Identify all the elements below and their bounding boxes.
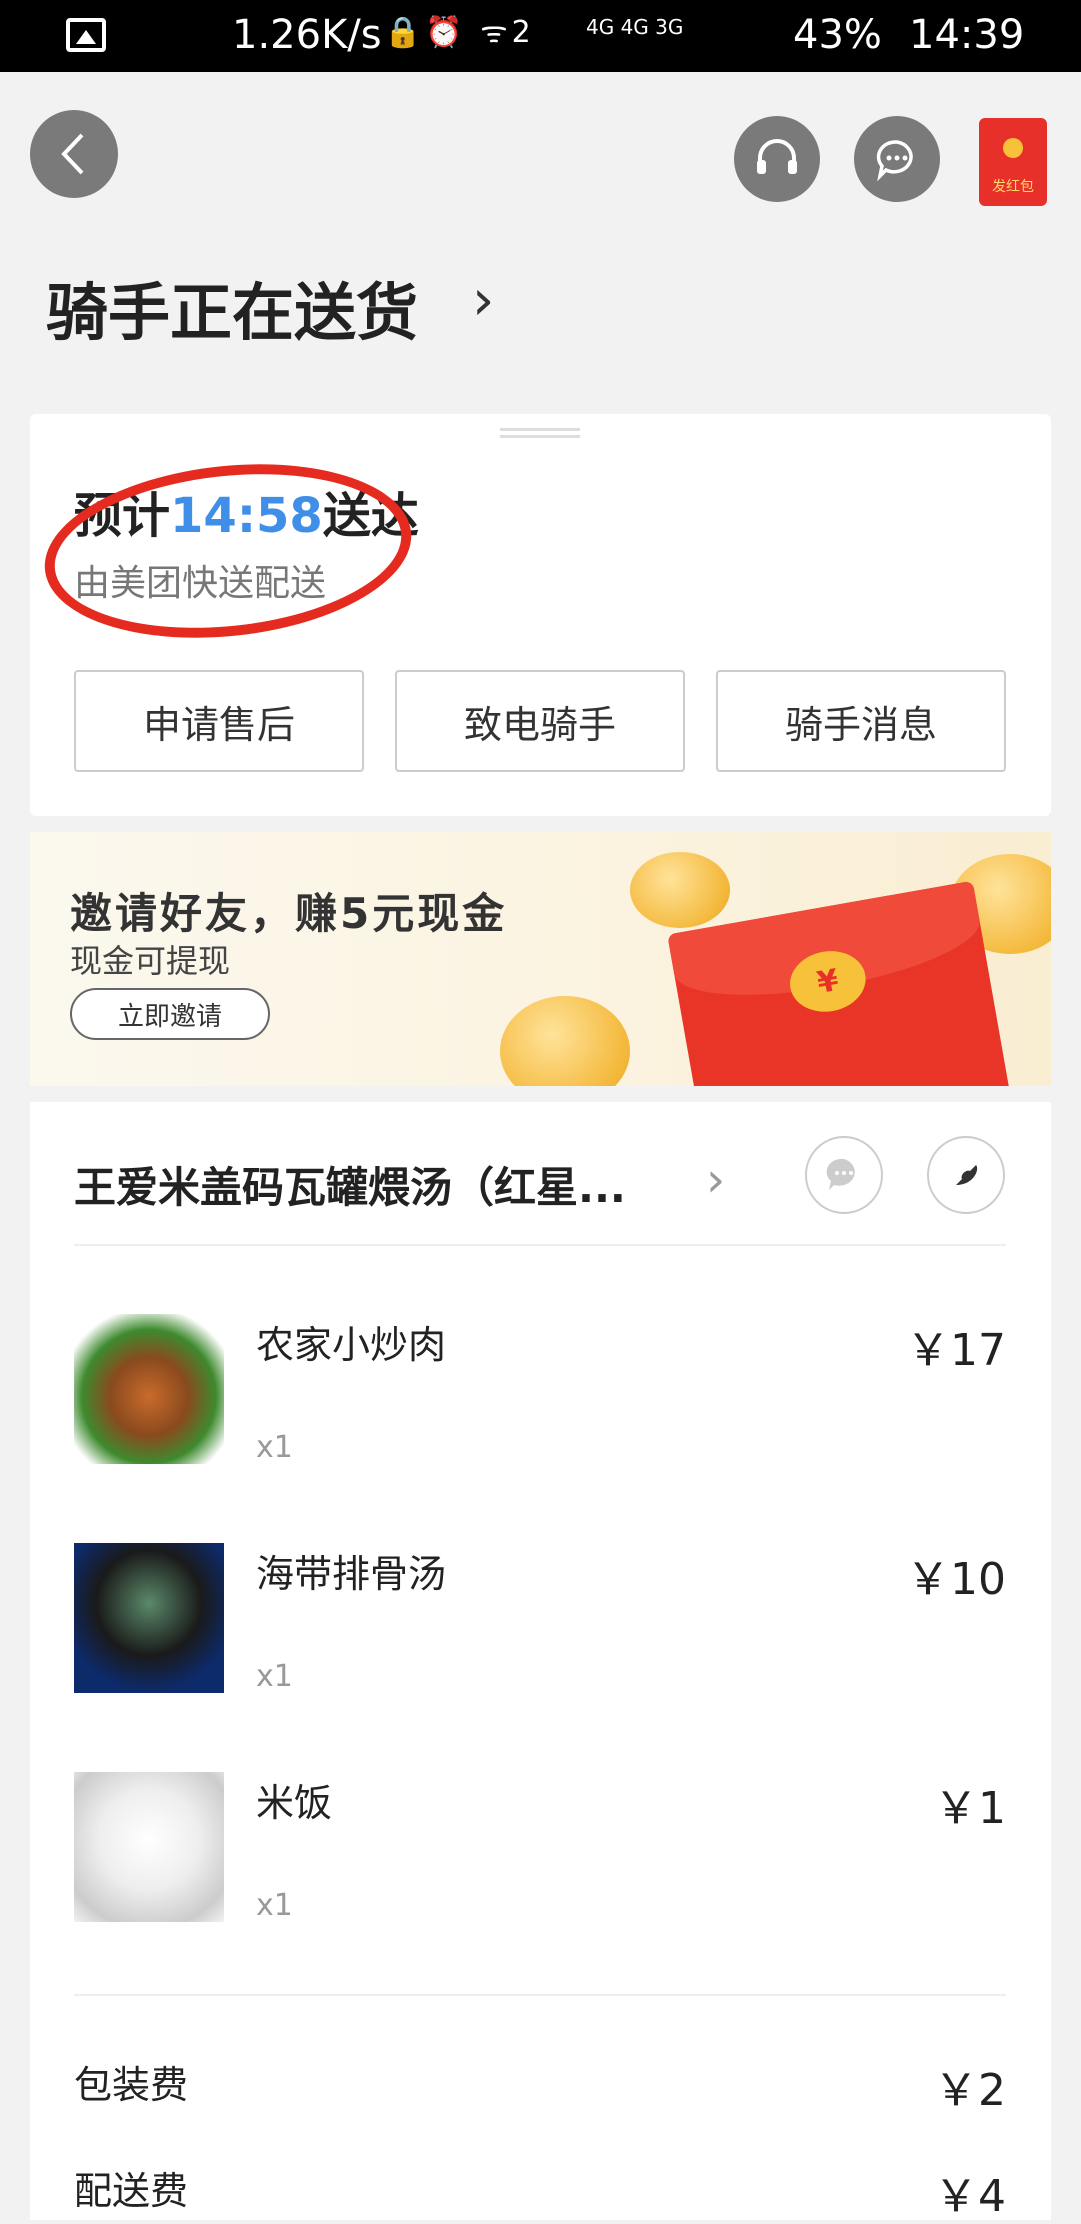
drag-handle[interactable] bbox=[500, 428, 580, 438]
item-name: 海带排骨汤 bbox=[256, 1552, 447, 1596]
divider bbox=[74, 1244, 1006, 1246]
item-name: 米饭 bbox=[256, 1781, 333, 1825]
item-price: ￥10 bbox=[906, 1554, 1006, 1605]
send-red-packet-button[interactable]: 发红包 bbox=[979, 118, 1047, 206]
fee-row: 包装费 ￥2 bbox=[74, 2054, 1006, 2116]
message-button[interactable] bbox=[854, 116, 940, 202]
coin-decoration bbox=[630, 852, 730, 928]
order-details-card: 王爱米盖码瓦罐煨汤（红星... › 农家小炒肉 x1 ￥17 海带排骨汤 x1 … bbox=[30, 1102, 1051, 2222]
store-call-button[interactable] bbox=[927, 1136, 1005, 1214]
call-rider-button[interactable]: 致电骑手 bbox=[395, 670, 685, 772]
food-image bbox=[74, 1314, 224, 1464]
banner-title: 邀请好友，赚5元现金 bbox=[70, 889, 508, 938]
fee-value: ￥2 bbox=[934, 2065, 1006, 2116]
chat-bubble-icon bbox=[876, 140, 913, 182]
food-image bbox=[74, 1772, 224, 1922]
headset-icon bbox=[757, 139, 797, 174]
delivery-status-card: 预计14:58送达 由美团快送配送 申请售后 致电骑手 骑手消息 bbox=[30, 414, 1051, 816]
item-quantity: x1 bbox=[256, 1888, 293, 1923]
item-name: 农家小炒肉 bbox=[256, 1323, 447, 1367]
item-quantity: x1 bbox=[256, 1430, 293, 1465]
invite-now-button[interactable]: 立即邀请 bbox=[70, 988, 270, 1040]
chat-bubble-icon bbox=[826, 1158, 855, 1190]
red-packet-label: 发红包 bbox=[992, 179, 1034, 195]
chevron-right-icon[interactable]: › bbox=[472, 268, 494, 333]
item-price: ￥17 bbox=[906, 1325, 1006, 1376]
clock: 14:39 bbox=[909, 12, 1025, 58]
coin-icon bbox=[1003, 138, 1023, 158]
invite-banner[interactable]: ¥ 邀请好友，赚5元现金 现金可提现 立即邀请 bbox=[30, 832, 1051, 1086]
chevron-left-icon bbox=[61, 133, 84, 175]
divider bbox=[74, 1994, 1006, 1996]
fee-label: 配送费 bbox=[74, 2169, 189, 2213]
network-type: 4G 4G 3G bbox=[586, 15, 684, 39]
page-title[interactable]: 骑手正在送货 bbox=[46, 262, 418, 352]
store-message-button[interactable] bbox=[805, 1136, 883, 1214]
status-icons: 🔒⏰ ᯤ2 bbox=[384, 15, 535, 50]
coin-decoration bbox=[500, 996, 630, 1086]
item-price: ￥1 bbox=[934, 1783, 1006, 1834]
after-sales-button[interactable]: 申请售后 bbox=[74, 670, 364, 772]
chevron-right-icon[interactable]: › bbox=[706, 1152, 725, 1208]
rider-message-button[interactable]: 骑手消息 bbox=[716, 670, 1006, 772]
gallery-icon bbox=[66, 18, 106, 52]
item-quantity: x1 bbox=[256, 1659, 293, 1694]
banner-subtitle: 现金可提现 bbox=[70, 942, 231, 980]
store-name[interactable]: 王爱米盖码瓦罐煨汤（红星... bbox=[74, 1154, 626, 1215]
order-item: 海带排骨汤 x1 ￥10 bbox=[74, 1543, 1006, 1694]
battery-level: 43% bbox=[793, 12, 882, 58]
back-button[interactable] bbox=[30, 110, 118, 198]
food-image bbox=[74, 1543, 224, 1693]
order-item: 米饭 x1 ￥1 bbox=[74, 1772, 1006, 1923]
network-speed: 1.26K/s bbox=[232, 12, 382, 58]
phone-icon bbox=[956, 1165, 978, 1185]
status-bar: 1.26K/s 🔒⏰ ᯤ2 4G 4G 3G 43% 14:39 bbox=[0, 0, 1081, 72]
fee-label: 包装费 bbox=[74, 2063, 189, 2107]
order-item: 农家小炒肉 x1 ￥17 bbox=[74, 1314, 1006, 1465]
customer-service-button[interactable] bbox=[734, 116, 820, 202]
fee-row: 配送费 ￥4 bbox=[74, 2160, 1006, 2222]
fee-value: ￥4 bbox=[934, 2171, 1006, 2222]
